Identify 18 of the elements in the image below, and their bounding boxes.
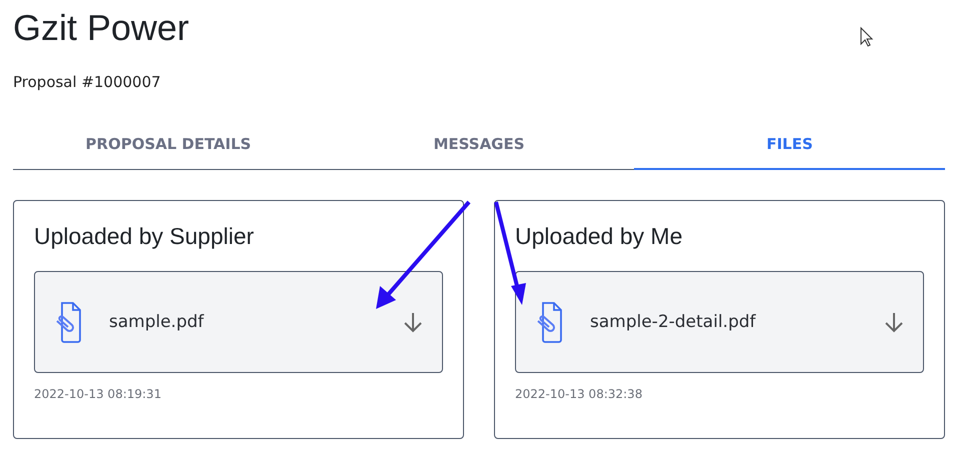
file-item[interactable]: sample.pdf: [34, 271, 443, 373]
tab[interactable]: PROPOSAL DETAILS: [13, 119, 324, 170]
tab[interactable]: MESSAGES: [324, 119, 634, 170]
panel-title: Uploaded by Supplier: [34, 222, 254, 251]
download-icon[interactable]: [402, 311, 424, 333]
attachment-file-icon: [55, 301, 83, 343]
proposal-number: Proposal #1000007: [13, 72, 161, 92]
upload-timestamp: 2022-10-13 08:19:31: [34, 387, 162, 401]
tab[interactable]: FILES: [634, 119, 946, 170]
mouse-cursor-icon: [860, 26, 874, 47]
upload-timestamp: 2022-10-13 08:32:38: [515, 387, 642, 401]
download-icon[interactable]: [883, 311, 905, 333]
file-name: sample-2-detail.pdf: [590, 312, 756, 332]
page-title: Gzit Power: [13, 6, 190, 50]
file-name: sample.pdf: [109, 312, 204, 332]
file-item[interactable]: sample-2-detail.pdf: [515, 271, 924, 373]
panel-title: Uploaded by Me: [515, 222, 682, 251]
attachment-file-icon: [536, 301, 564, 343]
